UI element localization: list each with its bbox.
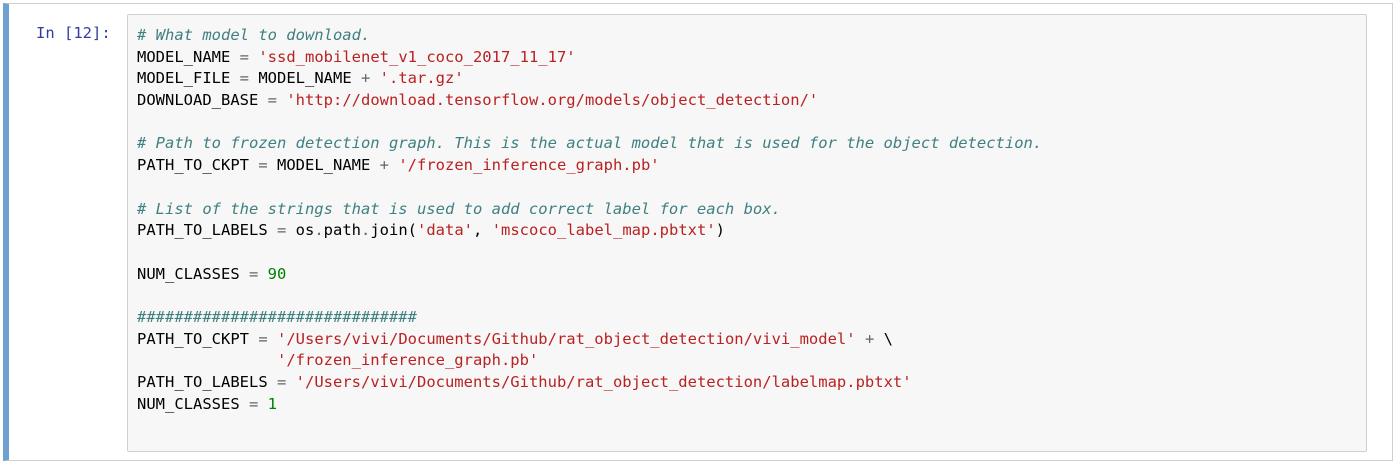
- code-editor[interactable]: # What model to download. MODEL_NAME = 's…: [127, 14, 1367, 452]
- operator: +: [864, 329, 875, 348]
- code-line: NUM_CLASSES = 90: [137, 264, 1042, 286]
- code-line: MODEL_FILE = MODEL_NAME + '.tar.gz': [137, 68, 1042, 90]
- code-line: '/frozen_inference_graph.pb': [137, 350, 1042, 372]
- operator: =: [248, 394, 259, 413]
- code-comment: # Path to frozen detection graph. This i…: [137, 134, 1043, 153]
- code-token: DOWNLOAD_BASE: [137, 91, 268, 110]
- operator: =: [258, 329, 268, 348]
- string-literal: '/frozen_inference_graph.pb': [398, 156, 660, 175]
- string-literal: '/Users/vivi/Documents/Github/rat_object…: [295, 373, 912, 391]
- string-literal: 'data': [417, 221, 474, 240]
- code-line: NUM_CLASSES = 1: [137, 394, 1042, 416]
- code-token: PATH_TO_LABELS: [137, 221, 277, 240]
- code-line: PATH_TO_LABELS = os.path.join('data', 'm…: [137, 220, 1042, 242]
- code-token: MODEL_NAME: [267, 156, 380, 175]
- code-token: join(: [370, 221, 418, 240]
- code-token: NUM_CLASSES: [137, 394, 249, 413]
- code-line: # List of the strings that is used to ad…: [137, 199, 1042, 221]
- string-literal: '.tar.gz': [379, 69, 464, 88]
- code-comment: # What model to download.: [137, 26, 371, 44]
- code-comment: # List of the strings that is used to ad…: [137, 199, 781, 218]
- code-line: # Path to frozen detection graph. This i…: [137, 133, 1042, 155]
- number-literal: 90: [267, 264, 287, 283]
- code-token: NUM_CLASSES: [137, 264, 249, 283]
- code-line: PATH_TO_CKPT = '/Users/vivi/Documents/Gi…: [137, 329, 1042, 351]
- code-line: PATH_TO_CKPT = MODEL_NAME + '/frozen_inf…: [137, 155, 1042, 177]
- code-token: MODEL_NAME: [249, 69, 361, 88]
- code-token: PATH_TO_CKPT: [137, 156, 259, 175]
- code-line: # What model to download.: [137, 25, 1042, 47]
- string-literal: 'ssd_mobilenet_v1_coco_2017_11_17': [258, 47, 576, 66]
- operator: =: [239, 69, 249, 88]
- string-literal: 'http://download.tensorflow.org/models/o…: [286, 91, 819, 110]
- operator: .: [314, 221, 324, 240]
- code-line: PATH_TO_LABELS = '/Users/vivi/Documents/…: [137, 372, 1042, 394]
- code-token: ,: [473, 221, 492, 240]
- operator: =: [276, 221, 287, 240]
- operator: =: [276, 373, 287, 391]
- code-block[interactable]: # What model to download. MODEL_NAME = 's…: [137, 25, 1042, 415]
- code-token: MODEL_FILE: [137, 69, 240, 88]
- code-token: ): [715, 221, 725, 240]
- operator: =: [248, 264, 259, 283]
- input-prompt: In [12]:: [36, 24, 111, 42]
- operator: =: [258, 156, 268, 175]
- number-literal: 1: [267, 394, 278, 413]
- notebook-code-cell[interactable]: In [12]: # What model to download. MODEL_…: [3, 3, 1393, 461]
- code-token: PATH_TO_CKPT: [137, 329, 259, 348]
- code-line: DOWNLOAD_BASE = 'http://download.tensorf…: [137, 90, 1042, 112]
- operator: +: [360, 69, 371, 88]
- string-literal: '/frozen_inference_graph.pb': [276, 351, 539, 370]
- string-literal: '/Users/vivi/Documents/Github/rat_object…: [277, 329, 856, 348]
- operator: .: [361, 221, 371, 240]
- code-comment: ##############################: [137, 307, 417, 326]
- code-token: os: [286, 221, 315, 240]
- operator: =: [239, 47, 249, 66]
- string-literal: 'mscoco_label_map.pbtxt': [491, 221, 716, 240]
- code-line: MODEL_NAME = 'ssd_mobilenet_v1_coco_2017…: [137, 47, 1042, 69]
- code-token: \: [874, 329, 893, 348]
- code-token: path: [323, 221, 361, 240]
- code-token: PATH_TO_LABELS: [137, 373, 277, 391]
- operator: +: [379, 156, 389, 175]
- operator: =: [267, 91, 277, 110]
- code-token: MODEL_NAME: [137, 47, 240, 66]
- code-line: ##############################: [137, 307, 1042, 329]
